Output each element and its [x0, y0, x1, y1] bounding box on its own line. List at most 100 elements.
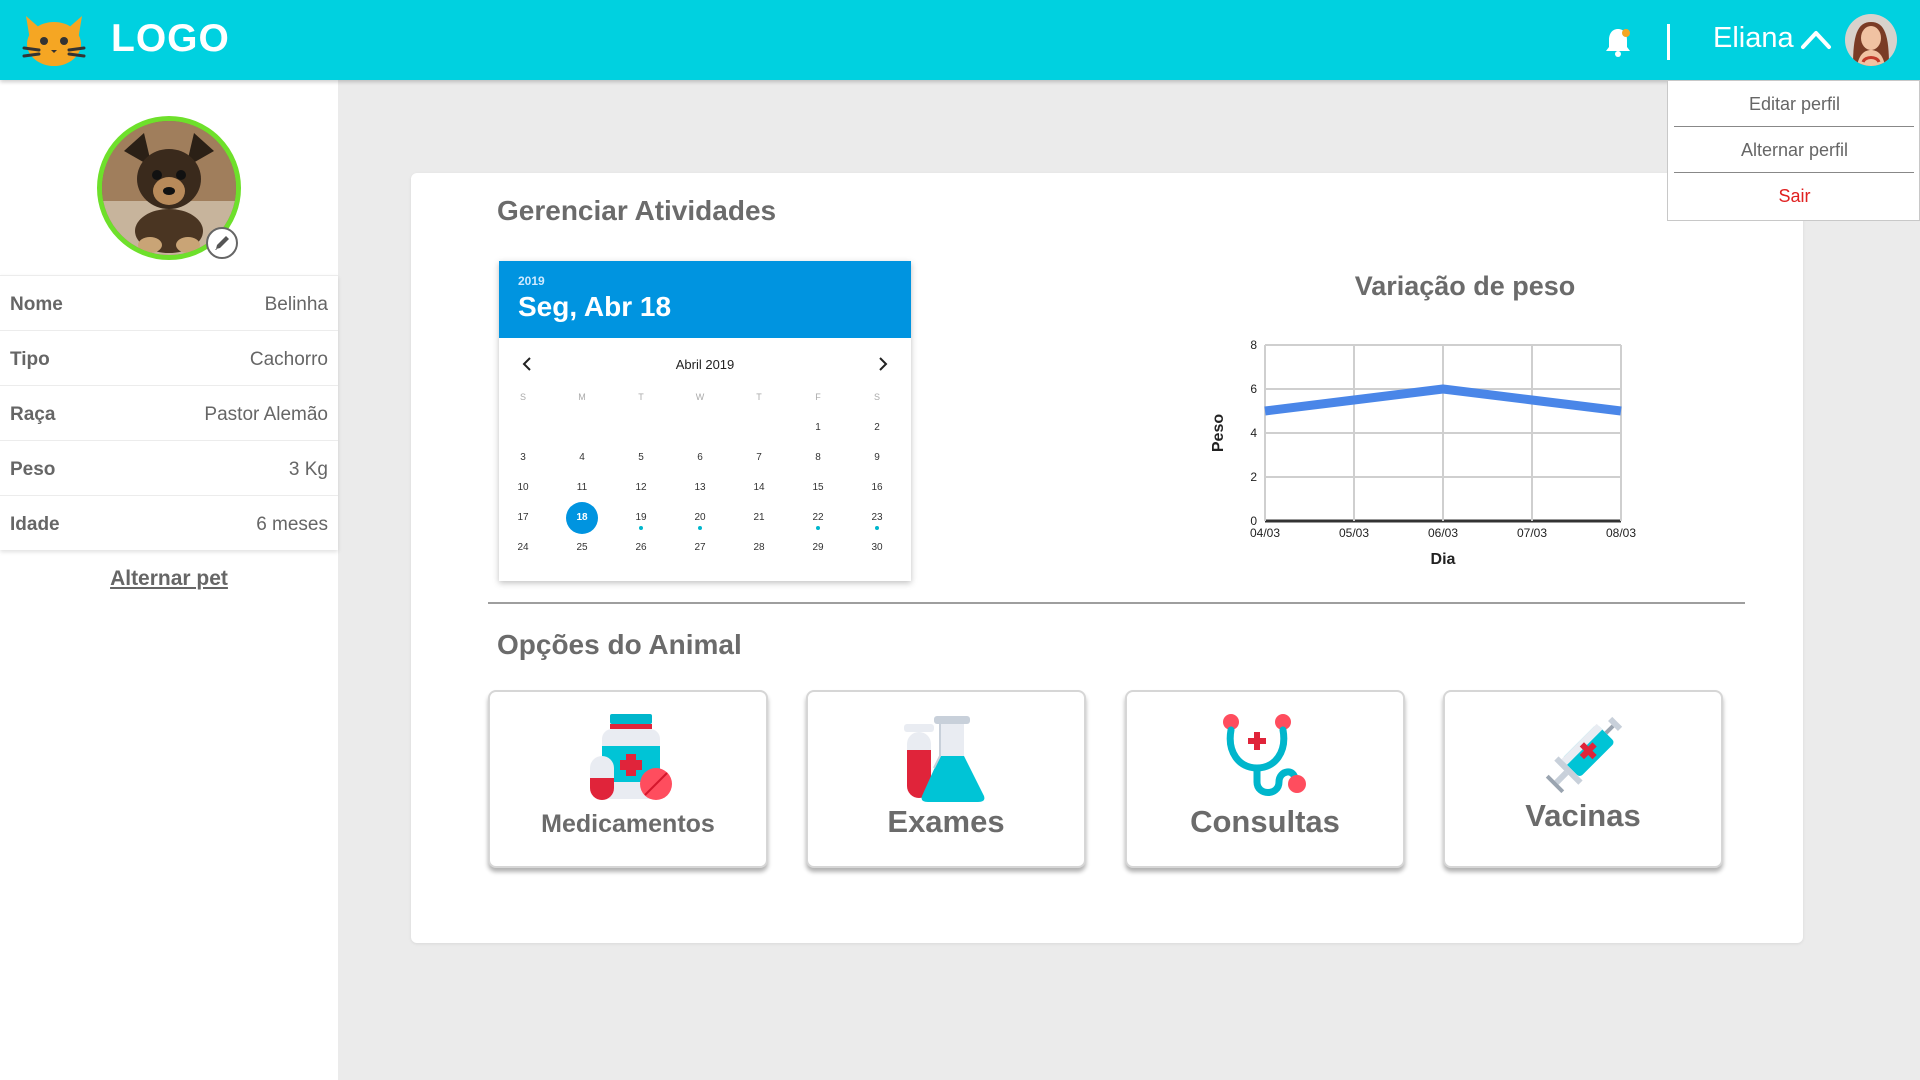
calendar-day[interactable]: 3 — [503, 452, 543, 463]
calendar-day[interactable]: 28 — [739, 542, 779, 553]
option-card-label: Exames — [887, 804, 1005, 839]
calendar-day[interactable]: 25 — [562, 542, 602, 553]
calendar-day[interactable]: 27 — [680, 542, 720, 553]
menu-item-logout[interactable]: Sair — [1668, 186, 1920, 207]
medicine-bottle-icon — [590, 714, 672, 800]
section-divider — [488, 602, 1745, 604]
calendar-weekday: T — [756, 392, 762, 402]
calendar-weekday: W — [695, 392, 705, 402]
calendar-day[interactable]: 18 — [562, 512, 602, 523]
calendar-day[interactable]: 20 — [680, 512, 720, 523]
chart-x-tick-label: 07/03 — [1517, 526, 1547, 540]
calendar-day[interactable]: 12 — [621, 482, 661, 493]
user-name[interactable]: Eliana — [1713, 22, 1794, 55]
calendar-day[interactable]: 5 — [621, 452, 661, 463]
activities-title: Gerenciar Atividades — [497, 195, 777, 226]
option-card-consultas[interactable]: Consultas — [1125, 690, 1405, 868]
pet-sidebar: Nome Belinha Tipo Cachorro Raça Pastor A… — [0, 80, 338, 1080]
calendar-day[interactable]: 13 — [680, 482, 720, 493]
switch-pet-link[interactable]: Alternar pet — [0, 567, 338, 591]
top-header: LOGO Eliana — [0, 0, 1920, 80]
option-card-medicamentos[interactable]: Medicamentos — [488, 690, 768, 868]
pet-info-label: Raça — [10, 404, 56, 425]
calendar-weekday: M — [578, 392, 586, 402]
options-title: Opções do Animal — [497, 629, 742, 660]
pet-info-row: Peso 3 Kg — [0, 440, 338, 495]
pet-info-row: Idade 6 meses — [0, 495, 338, 550]
stethoscope-icon — [1223, 714, 1306, 796]
test-tubes-icon — [904, 716, 985, 802]
pet-info-row: Tipo Cachorro — [0, 330, 338, 385]
calendar-day[interactable]: 2 — [857, 422, 897, 433]
logo-text[interactable]: LOGO — [111, 17, 230, 61]
chart-x-tick-label: 04/03 — [1250, 526, 1280, 540]
calendar-day[interactable]: 6 — [680, 452, 720, 463]
chart-y-tick-label: 2 — [1250, 470, 1257, 484]
chevron-up-icon[interactable] — [1800, 27, 1832, 51]
calendar-day[interactable]: 16 — [857, 482, 897, 493]
pet-info-label: Tipo — [10, 349, 50, 370]
cat-logo-icon[interactable] — [22, 12, 86, 68]
calendar-day[interactable]: 14 — [739, 482, 779, 493]
calendar-day[interactable]: 10 — [503, 482, 543, 493]
calendar-day[interactable]: 30 — [857, 542, 897, 553]
menu-divider — [1674, 126, 1914, 127]
pet-info-value: Belinha — [264, 294, 328, 315]
calendar-day[interactable]: 29 — [798, 542, 838, 553]
weight-chart: Variação de peso0246804/03 05/03 06/03 07/0… — [1210, 271, 1636, 568]
calendar-day[interactable]: 23 — [857, 512, 897, 523]
main-panel: Gerenciar Atividades 2019 Seg, Abr 18 Ab… — [411, 173, 1803, 943]
pet-info-value: Pastor Alemão — [204, 404, 328, 425]
bell-icon[interactable] — [1603, 26, 1633, 58]
calendar-event-dot — [698, 526, 702, 530]
calendar-day[interactable]: 22 — [798, 512, 838, 523]
pet-info-value: Cachorro — [249, 349, 328, 370]
pet-info-label: Idade — [10, 514, 60, 535]
edit-photo-button[interactable] — [206, 227, 238, 259]
calendar-event-dot — [875, 526, 879, 530]
calendar-day[interactable]: 15 — [798, 482, 838, 493]
chart-x-tick-label: 06/03 — [1428, 526, 1458, 540]
calendar-widget: 2019 Seg, Abr 18 Abril 2019 SMTWTFS12345… — [499, 261, 911, 581]
option-card-label: Medicamentos — [541, 810, 715, 838]
option-card-vacinas[interactable]: Vacinas — [1443, 690, 1723, 868]
calendar-day[interactable]: 9 — [857, 452, 897, 463]
menu-item-edit-profile[interactable]: Editar perfil — [1668, 94, 1920, 115]
syringe-icon — [1545, 716, 1623, 794]
calendar-day[interactable]: 11 — [562, 482, 602, 493]
calendar-event-dot — [816, 526, 820, 530]
chart-y-tick-label: 8 — [1250, 338, 1257, 352]
chart-title: Variação de peso — [1355, 271, 1576, 301]
pet-info-row: Nome Belinha — [0, 275, 338, 330]
chart-x-axis-label: Dia — [1431, 551, 1456, 568]
calendar-day[interactable]: 24 — [503, 542, 543, 553]
chart-y-axis-label: Peso — [1210, 414, 1227, 452]
menu-item-switch-profile[interactable]: Alternar perfil — [1668, 140, 1920, 161]
header-separator — [1667, 24, 1670, 60]
pet-info-row: Raça Pastor Alemão — [0, 385, 338, 440]
option-card-label: Consultas — [1190, 804, 1340, 839]
calendar-day[interactable]: 21 — [739, 512, 779, 523]
calendar-event-dot — [639, 526, 643, 530]
calendar-day[interactable]: 26 — [621, 542, 661, 553]
calendar-day[interactable]: 1 — [798, 422, 838, 433]
menu-divider — [1674, 172, 1914, 173]
user-dropdown-menu: Editar perfil Alternar perfil Sair — [1667, 80, 1920, 221]
user-avatar[interactable] — [1845, 14, 1897, 66]
calendar-day[interactable]: 17 — [503, 512, 543, 523]
calendar-day[interactable]: 8 — [798, 452, 838, 463]
calendar-weekday: S — [519, 392, 526, 402]
calendar-day[interactable]: 19 — [621, 512, 661, 523]
avatar-image — [1845, 14, 1897, 66]
pet-info-label: Nome — [10, 294, 63, 315]
calendar-grid: S M T W T F S 1 2 3 4 5 6 7 8 9 10 11 12 13 14 15 16 17 18 19 20 21… — [499, 261, 911, 581]
pet-info-value: 6 meses — [256, 514, 328, 535]
calendar-weekday: S — [873, 392, 880, 402]
calendar-day[interactable]: 7 — [739, 452, 779, 463]
option-card-exames[interactable]: Exames — [806, 690, 1086, 868]
chart-x-tick-label: 08/03 — [1606, 526, 1636, 540]
chart-y-tick-label: 4 — [1250, 426, 1257, 440]
pet-info-label: Peso — [10, 459, 56, 480]
calendar-day[interactable]: 4 — [562, 452, 602, 463]
pet-info-table: Nome Belinha Tipo Cachorro Raça Pastor A… — [0, 275, 338, 550]
